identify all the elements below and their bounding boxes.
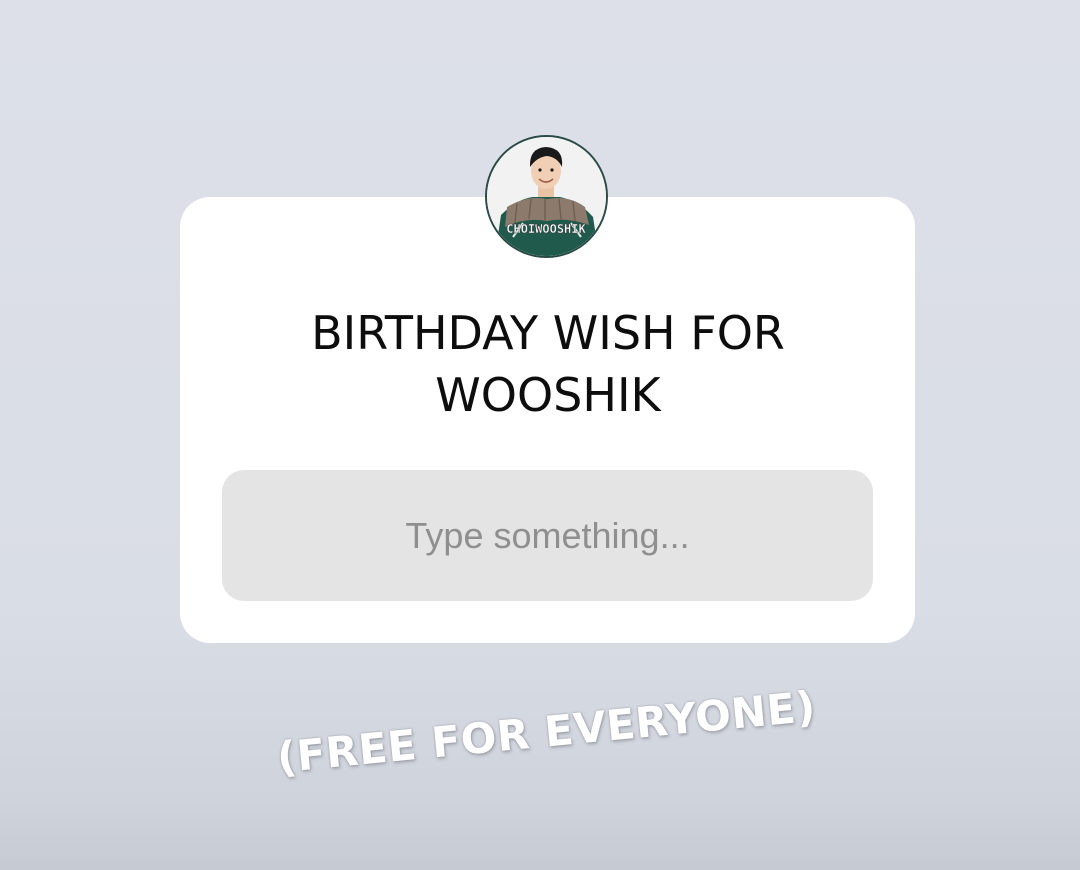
question-title-line-1: BIRTHDAY WISH FOR [311,306,785,360]
answer-input[interactable] [222,470,873,601]
free-for-everyone-text: (FREE FOR EVERYONE) [274,681,818,783]
avatar-photo: CHOIWOOSHIK [487,137,606,256]
question-title-line-2: WOOSHIK [435,368,661,422]
profile-avatar: CHOIWOOSHIK [487,137,606,256]
question-title: BIRTHDAY WISH FOR WOOSHIK [0,302,1080,426]
avatar-watermark: CHOIWOOSHIK [506,222,586,236]
